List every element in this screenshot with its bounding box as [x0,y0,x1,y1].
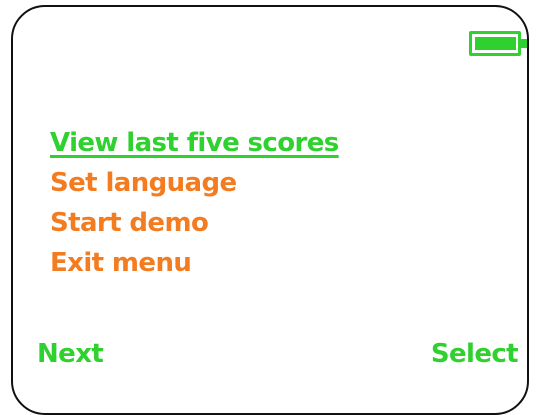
menu-item-set-language[interactable]: Set language [50,163,339,203]
menu-item-start-demo[interactable]: Start demo [50,203,339,243]
main-menu: View last five scores Set language Start… [50,123,339,283]
battery-body [469,31,521,56]
battery-tip [521,39,527,48]
menu-item-view-last-five-scores[interactable]: View last five scores [50,123,339,163]
select-softkey[interactable]: Select [431,337,519,371]
battery-icon [469,31,527,56]
menu-item-exit-menu[interactable]: Exit menu [50,243,339,283]
battery-level-fill [475,37,516,50]
next-softkey[interactable]: Next [37,337,104,371]
